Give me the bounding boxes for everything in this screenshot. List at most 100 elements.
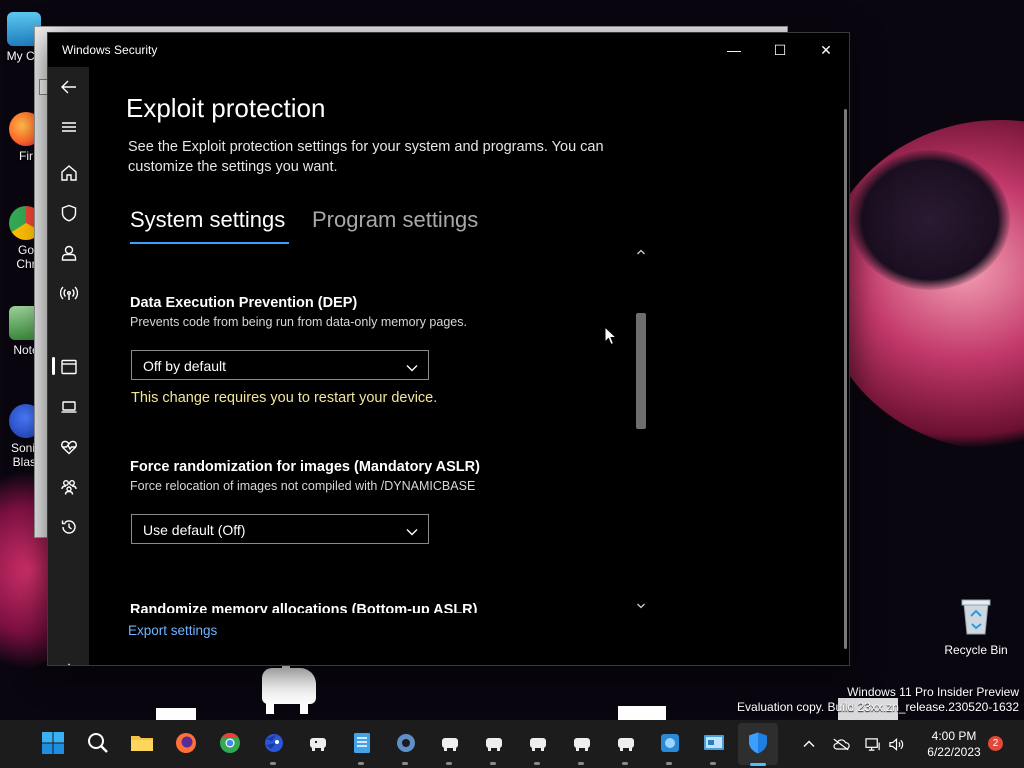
export-settings-link[interactable]: Export settings — [128, 623, 217, 638]
pixel-creature-icon — [618, 738, 634, 751]
desktop-icon-recycle-bin[interactable]: Recycle Bin — [944, 596, 1008, 657]
watermark-line: Windows 11 Pro Insider Preview — [847, 685, 1019, 699]
taskbar-game-app-5[interactable] — [569, 730, 595, 756]
clock[interactable]: 4:00 PM 6/22/2023 — [912, 728, 996, 760]
taskbar-firefox[interactable] — [173, 730, 199, 756]
history-icon — [61, 520, 76, 534]
running-indicator — [710, 762, 716, 765]
taskbar-game-app-7[interactable] — [657, 730, 683, 756]
shield-icon — [61, 204, 76, 222]
onedrive-tray[interactable] — [830, 720, 852, 768]
taskbar-settings[interactable] — [393, 730, 419, 756]
page-title: Exploit protection — [126, 93, 326, 123]
recycle-bin-icon — [961, 599, 991, 635]
taskbar: 4:00 PM 6/22/2023 — [0, 720, 1024, 768]
nav-item-account-protection[interactable] — [48, 233, 89, 273]
scroll-down-arrow-icon[interactable] — [634, 599, 648, 613]
taskbar-file-explorer[interactable] — [129, 730, 155, 756]
dropdown-value: Off by default — [143, 358, 227, 374]
scroll-up-arrow-icon[interactable] — [634, 245, 648, 259]
close-button[interactable]: ✕ — [803, 33, 849, 67]
wifi-antenna-icon — [59, 286, 78, 300]
mandatory-aslr-dropdown[interactable]: Use default (Off) — [131, 514, 429, 544]
folder-icon — [131, 736, 153, 751]
running-indicator — [358, 762, 364, 765]
chevron-up-icon — [803, 740, 815, 747]
laptop-icon — [61, 401, 76, 413]
windows-security-window: Windows Security — ☐ ✕ Exploit protectio… — [47, 32, 850, 666]
heart-pulse-icon — [60, 440, 77, 455]
start-button[interactable] — [40, 730, 66, 756]
back-button[interactable] — [48, 67, 89, 107]
show-hidden-icons-button[interactable] — [798, 720, 820, 768]
pixel-creature-icon — [574, 738, 590, 751]
settings-scrollbar[interactable] — [634, 245, 648, 613]
network-icon — [864, 737, 880, 751]
taskbar-chrome[interactable] — [217, 730, 243, 756]
taskbar-game-app-1[interactable] — [305, 730, 331, 756]
clock-date: 6/22/2023 — [927, 745, 981, 759]
running-indicator — [270, 762, 276, 765]
sonic-icon — [265, 734, 283, 752]
speaker-icon — [888, 737, 903, 751]
control-panel-icon — [704, 735, 724, 750]
settings-scroll-region[interactable]: Data Execution Prevention (DEP) Prevents… — [130, 245, 610, 613]
shield-icon — [749, 732, 767, 754]
notification-badge[interactable]: 2 — [988, 736, 1003, 751]
settings-gear-icon — [397, 734, 415, 752]
app-browser-icon — [60, 359, 77, 375]
taskbar-sonic-game[interactable] — [261, 730, 287, 756]
taskbar-windows-security[interactable] — [745, 730, 771, 756]
running-indicator — [666, 762, 672, 765]
volume-tray[interactable] — [885, 720, 907, 768]
menu-button[interactable] — [48, 107, 89, 147]
chevron-down-icon — [406, 360, 418, 372]
setting-mandatory-aslr: Force randomization for images (Mandator… — [130, 459, 480, 493]
running-indicator — [578, 762, 584, 765]
notepad-icon — [354, 733, 370, 753]
setting-title: Data Execution Prevention (DEP) — [130, 295, 358, 311]
menu-icon — [61, 122, 76, 132]
running-indicator — [490, 762, 496, 765]
title-bar[interactable]: Windows Security — ☐ ✕ — [48, 33, 849, 67]
minimize-button[interactable]: — — [711, 33, 757, 67]
nav-item-protection-history[interactable] — [48, 507, 89, 547]
taskbar-control-panel[interactable] — [701, 730, 727, 756]
window-title: Windows Security — [62, 43, 158, 57]
active-app-indicator — [750, 763, 766, 766]
nav-item-family-options[interactable] — [48, 467, 89, 507]
running-indicator — [534, 762, 540, 765]
taskbar-game-app-2[interactable] — [437, 730, 463, 756]
maximize-button[interactable]: ☐ — [757, 33, 803, 67]
active-tab-indicator — [130, 242, 289, 244]
network-tray[interactable] — [862, 720, 884, 768]
setting-title: Force randomization for images (Mandator… — [130, 459, 480, 475]
pixel-creature-icon — [310, 738, 326, 751]
chrome-icon — [220, 732, 240, 753]
evaluation-watermark: Windows 11 Pro Insider Preview Evaluatio… — [737, 685, 1019, 715]
nav-item-device-security[interactable] — [48, 387, 89, 427]
watermark-line: Evaluation copy. Build 23xx.zn_release.2… — [737, 700, 1019, 714]
family-icon — [60, 480, 77, 495]
dep-dropdown[interactable]: Off by default — [131, 350, 429, 380]
cloud-offline-icon — [833, 738, 850, 750]
tab-system-settings[interactable]: System settings — [130, 207, 285, 233]
nav-item-home[interactable] — [48, 153, 89, 193]
taskbar-notepad[interactable] — [349, 730, 375, 756]
nav-item-firewall[interactable] — [48, 273, 89, 313]
search-button[interactable] — [85, 730, 111, 756]
nav-item-virus-protection[interactable] — [48, 193, 89, 233]
taskbar-game-app-3[interactable] — [481, 730, 507, 756]
page-scrollbar[interactable] — [844, 109, 847, 649]
taskbar-game-app-6[interactable] — [613, 730, 639, 756]
nav-item-settings[interactable] — [48, 651, 89, 665]
wallpaper-shape — [850, 150, 1010, 290]
nav-item-app-browser-control[interactable] — [48, 347, 89, 387]
tab-program-settings[interactable]: Program settings — [312, 207, 478, 233]
running-indicator — [622, 762, 628, 765]
person-icon — [61, 245, 76, 261]
pixel-creature-icon — [530, 738, 546, 751]
scrollbar-thumb[interactable] — [636, 313, 646, 429]
nav-item-device-health[interactable] — [48, 427, 89, 467]
taskbar-game-app-4[interactable] — [525, 730, 551, 756]
